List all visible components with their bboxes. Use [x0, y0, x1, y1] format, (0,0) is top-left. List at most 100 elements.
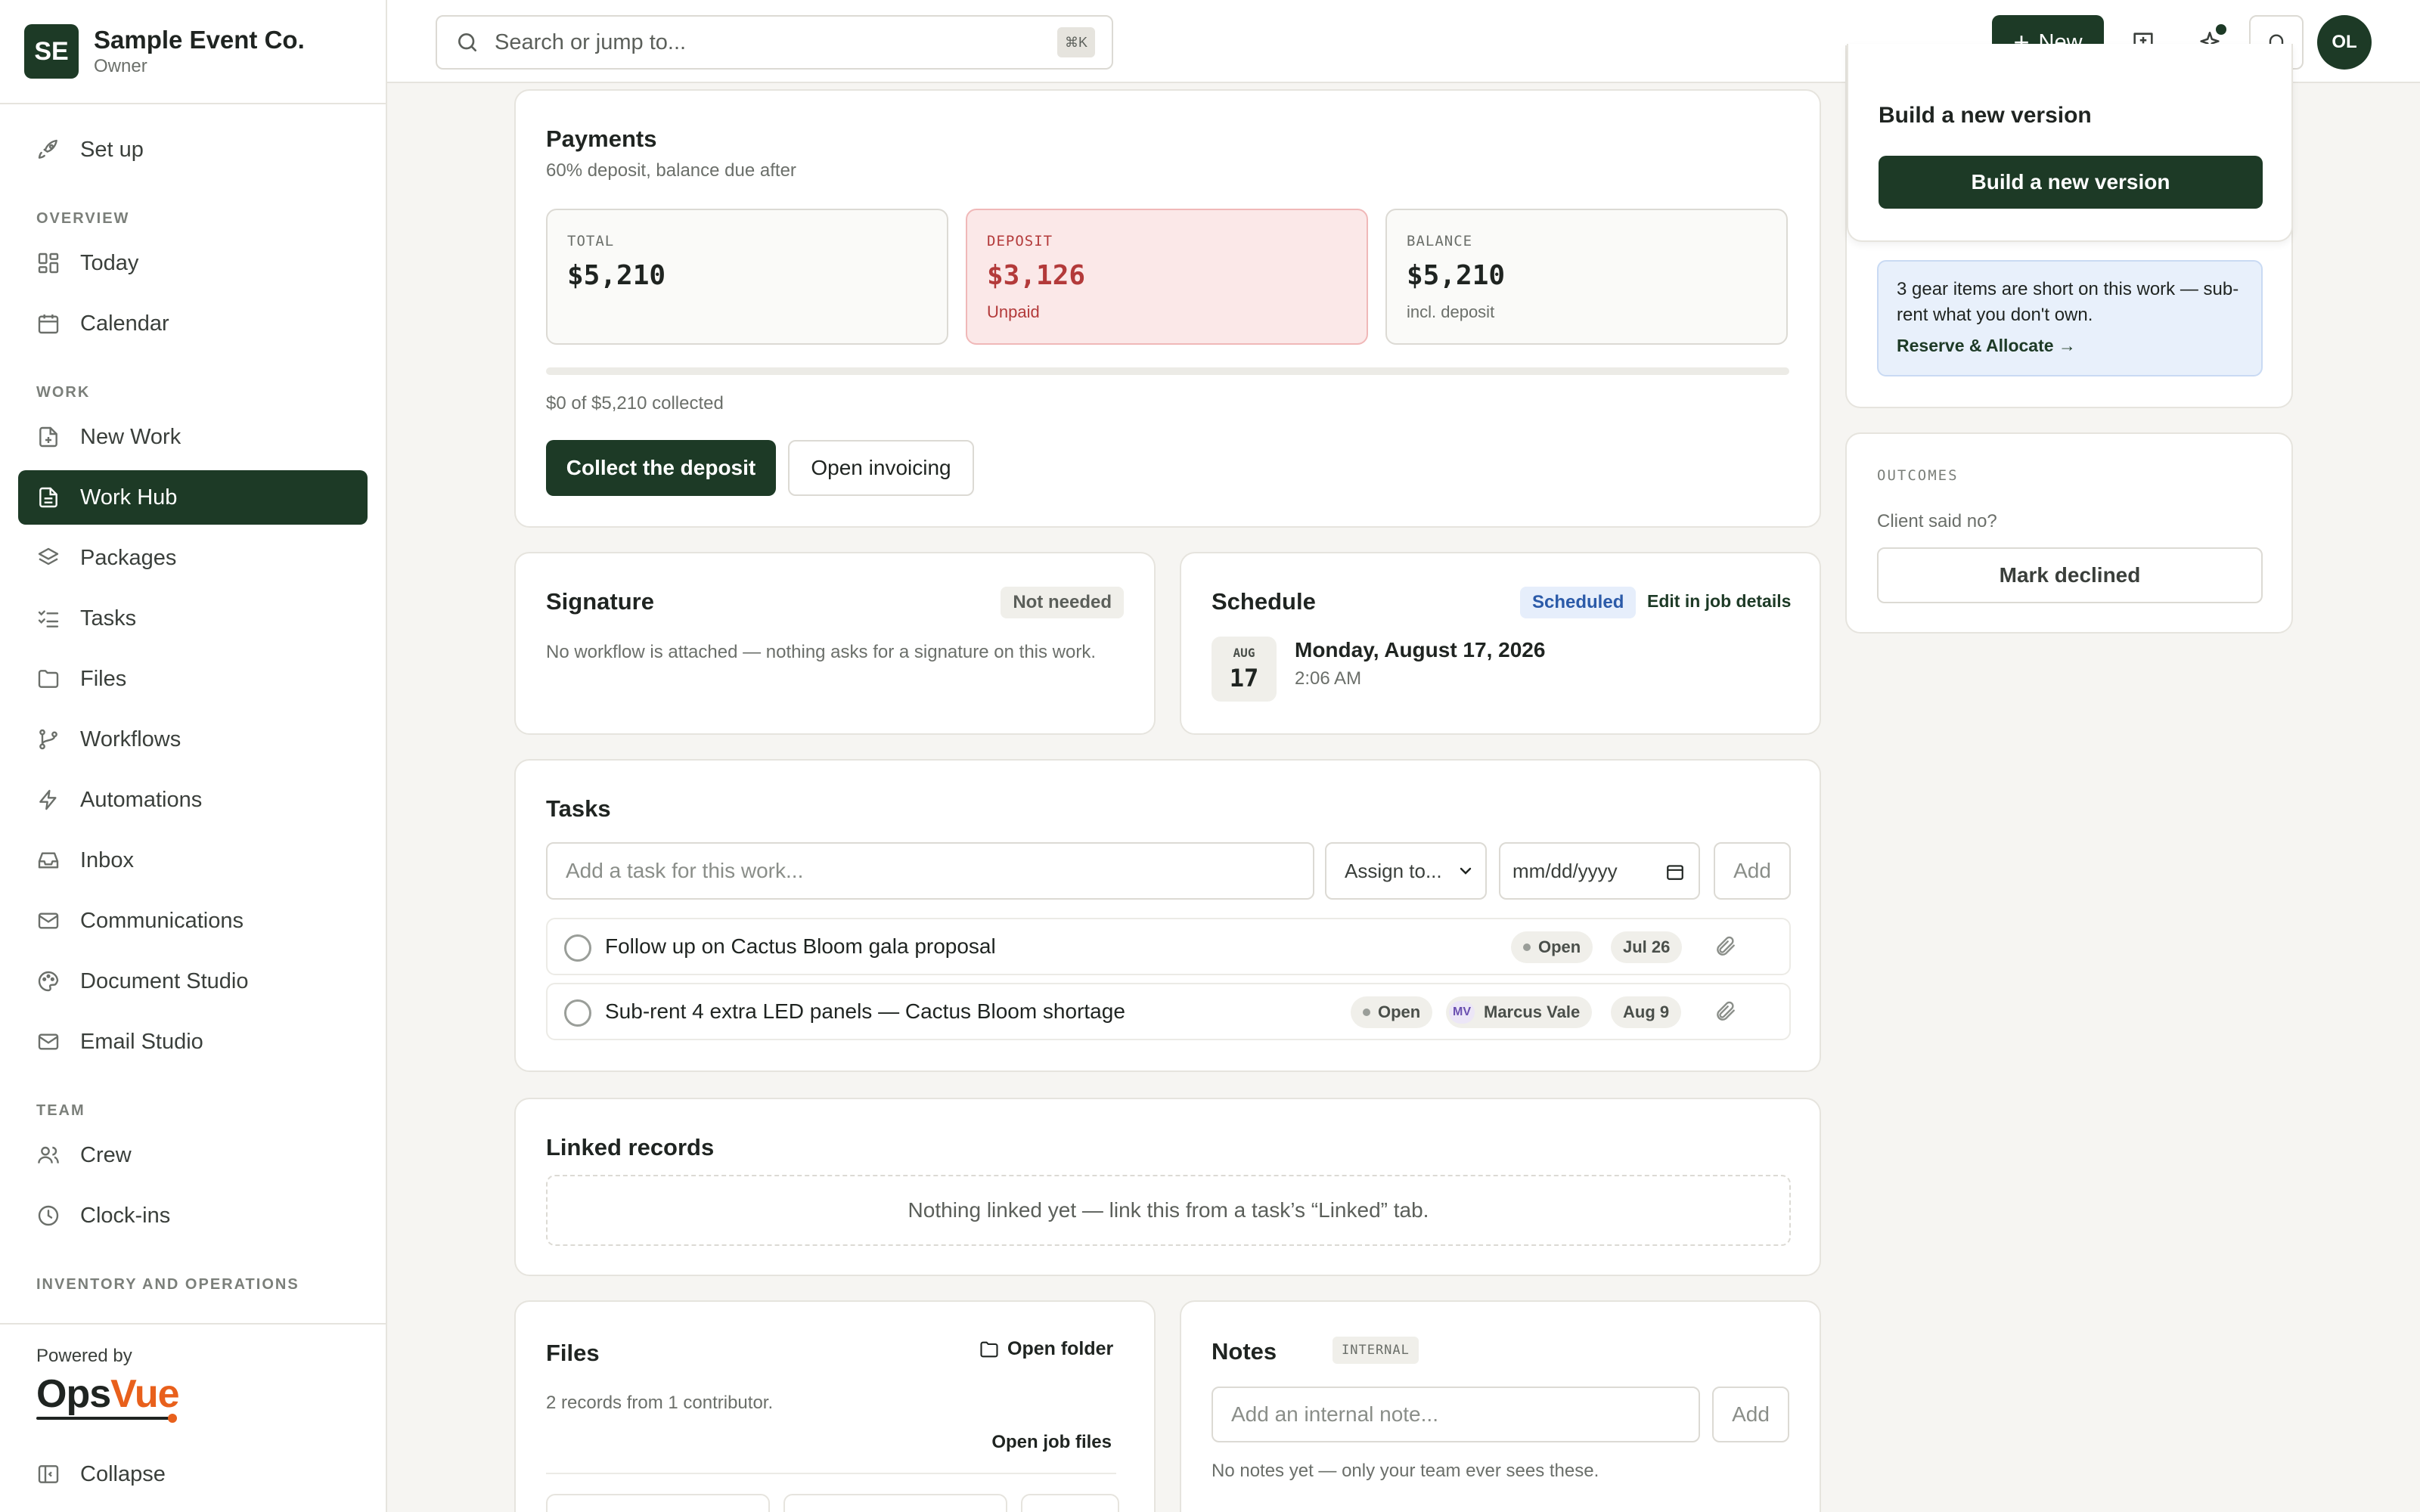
- total-value: $5,210: [567, 260, 666, 291]
- checklist-icon: [38, 610, 59, 627]
- open-invoicing-button[interactable]: Open invoicing: [788, 440, 974, 496]
- status-dot: [1523, 943, 1531, 951]
- file-tile[interactable]: [1021, 1494, 1119, 1512]
- org-logo: SE: [24, 24, 79, 79]
- gear-alert-text: 3 gear items are short on this work — su…: [1897, 279, 2239, 325]
- task-status-label: Open: [1538, 937, 1581, 956]
- section-work: WORK: [36, 384, 91, 401]
- new-task-input[interactable]: Add a task for this work...: [546, 842, 1314, 900]
- collection-progress-track: [546, 367, 1789, 375]
- due-date-input[interactable]: mm/dd/yyyy: [1499, 842, 1700, 900]
- signature-card: Signature Not needed No workflow is atta…: [514, 552, 1156, 735]
- outcomes-card: OUTCOMES Client said no? Mark declined: [1845, 432, 2293, 634]
- total-label: TOTAL: [567, 233, 615, 249]
- task-checkbox[interactable]: [564, 934, 591, 962]
- open-folder-button[interactable]: Open folder: [979, 1338, 1113, 1360]
- signature-description: No workflow is attached — nothing asks f…: [546, 642, 1097, 662]
- sidebar-item-automations[interactable]: Automations: [18, 773, 368, 827]
- grid-icon: [38, 253, 59, 274]
- section-overview: OVERVIEW: [36, 210, 130, 227]
- task-text: Follow up on Cactus Bloom gala proposal: [605, 934, 996, 958]
- edit-job-details-link[interactable]: Edit in job details: [1647, 591, 1791, 612]
- version-popover: Build a new version Build a new version: [1847, 44, 2293, 242]
- sidebar-item-files[interactable]: Files: [18, 652, 368, 706]
- sidebar-item-label: Communications: [80, 908, 244, 933]
- clock-icon: [38, 1205, 59, 1226]
- collected-text: $0 of $5,210 collected: [546, 393, 724, 414]
- sidebar-item-label: Automations: [80, 787, 203, 812]
- collapse-button[interactable]: Collapse: [18, 1447, 368, 1501]
- palette-icon: [38, 971, 59, 992]
- date-chip-day: 17: [1229, 664, 1259, 692]
- date-chip-month: AUG: [1233, 646, 1255, 660]
- paperclip-icon[interactable]: [1714, 934, 1738, 959]
- sidebar-item-packages[interactable]: Packages: [18, 531, 368, 585]
- schedule-card: Schedule Scheduled Edit in job details A…: [1180, 552, 1821, 735]
- section-inventory: INVENTORY AND OPERATIONS: [36, 1276, 299, 1293]
- sidebar-item-workflows[interactable]: Workflows: [18, 712, 368, 767]
- sidebar-item-today[interactable]: Today: [18, 236, 368, 290]
- linked-records-card: Linked records Nothing linked yet — link…: [514, 1098, 1821, 1276]
- files-title: Files: [546, 1340, 600, 1366]
- file-tile[interactable]: [783, 1494, 1007, 1512]
- search-input[interactable]: Search or jump to... ⌘K: [436, 15, 1113, 70]
- task-row[interactable]: Sub-rent 4 extra LED panels — Cactus Blo…: [546, 983, 1791, 1040]
- branch-icon: [39, 729, 57, 750]
- assign-to-select[interactable]: Assign to...: [1325, 842, 1487, 900]
- sidebar-item-setup[interactable]: Set up: [18, 122, 368, 177]
- sidebar-item-communications[interactable]: Communications: [18, 894, 368, 948]
- sidebar-item-document-studio[interactable]: Document Studio: [18, 954, 368, 1009]
- sidebar-item-calendar[interactable]: Calendar: [18, 296, 368, 351]
- shortcut-hint: ⌘K: [1056, 27, 1095, 57]
- deposit-stat: DEPOSIT $3,126 Unpaid: [966, 209, 1368, 345]
- note-input[interactable]: Add an internal note...: [1212, 1387, 1700, 1442]
- ai-indicator-dot: [2216, 24, 2226, 35]
- sidebar-item-label: Workflows: [80, 727, 182, 751]
- user-avatar[interactable]: OL: [2317, 15, 2372, 70]
- logo-dot: [168, 1414, 177, 1423]
- sidebar-item-work-hub[interactable]: Work Hub: [18, 470, 368, 525]
- deposit-status: Unpaid: [987, 302, 1040, 321]
- task-row[interactable]: Follow up on Cactus Bloom gala proposal …: [546, 918, 1791, 975]
- balance-stat: BALANCE $5,210 incl. deposit: [1385, 209, 1788, 345]
- sidebar-item-label: Work Hub: [80, 485, 178, 510]
- org-role: Owner: [94, 56, 147, 76]
- paperclip-icon[interactable]: [1714, 999, 1738, 1024]
- org-switcher[interactable]: SE Sample Event Co. Owner: [24, 24, 305, 79]
- inbox-icon: [38, 852, 59, 869]
- task-status-label: Open: [1378, 1002, 1421, 1021]
- total-stat: TOTAL $5,210: [546, 209, 948, 345]
- collapse-label: Collapse: [80, 1461, 166, 1486]
- folder-icon: [980, 1341, 998, 1357]
- open-folder-label: Open folder: [1007, 1338, 1114, 1359]
- collect-deposit-button[interactable]: Collect the deposit: [546, 440, 776, 496]
- section-team: TEAM: [36, 1102, 85, 1119]
- open-job-files-link[interactable]: Open job files: [991, 1432, 1112, 1453]
- sidebar-item-label: Tasks: [80, 606, 137, 631]
- payments-card: Payments 60% deposit, balance due after …: [514, 89, 1821, 528]
- sidebar-item-label: Set up: [80, 137, 144, 162]
- task-checkbox[interactable]: [564, 999, 591, 1027]
- gear-shortage-alert: 3 gear items are short on this work — su…: [1877, 260, 2263, 376]
- signature-title: Signature: [546, 588, 654, 615]
- due-date-placeholder: mm/dd/yyyy: [1512, 859, 1618, 882]
- linked-records-empty: Nothing linked yet — link this from a ta…: [546, 1175, 1791, 1246]
- file-tile[interactable]: [546, 1494, 770, 1512]
- sidebar-item-tasks[interactable]: Tasks: [18, 591, 368, 646]
- mark-declined-button[interactable]: Mark declined: [1877, 547, 2263, 603]
- task-assignee: MV Marcus Vale: [1446, 996, 1593, 1028]
- deposit-label: DEPOSIT: [987, 233, 1053, 249]
- sidebar-item-email-studio[interactable]: Email Studio: [18, 1015, 368, 1069]
- sidebar-item-clock-ins[interactable]: Clock-ins: [18, 1188, 368, 1243]
- sidebar-item-crew[interactable]: Crew: [18, 1128, 368, 1182]
- assign-to-label: Assign to...: [1345, 859, 1442, 882]
- add-task-button[interactable]: Add: [1714, 842, 1791, 900]
- sidebar-item-inbox[interactable]: Inbox: [18, 833, 368, 888]
- sidebar-item-new-work[interactable]: New Work: [18, 410, 368, 464]
- schedule-title: Schedule: [1212, 588, 1316, 615]
- task-due: Aug 9: [1611, 996, 1682, 1028]
- build-version-button[interactable]: Build a new version: [1879, 156, 2263, 209]
- add-note-button[interactable]: Add: [1712, 1387, 1789, 1442]
- internal-badge: INTERNAL: [1333, 1337, 1419, 1364]
- reserve-allocate-link[interactable]: Reserve & Allocate →: [1897, 336, 2076, 356]
